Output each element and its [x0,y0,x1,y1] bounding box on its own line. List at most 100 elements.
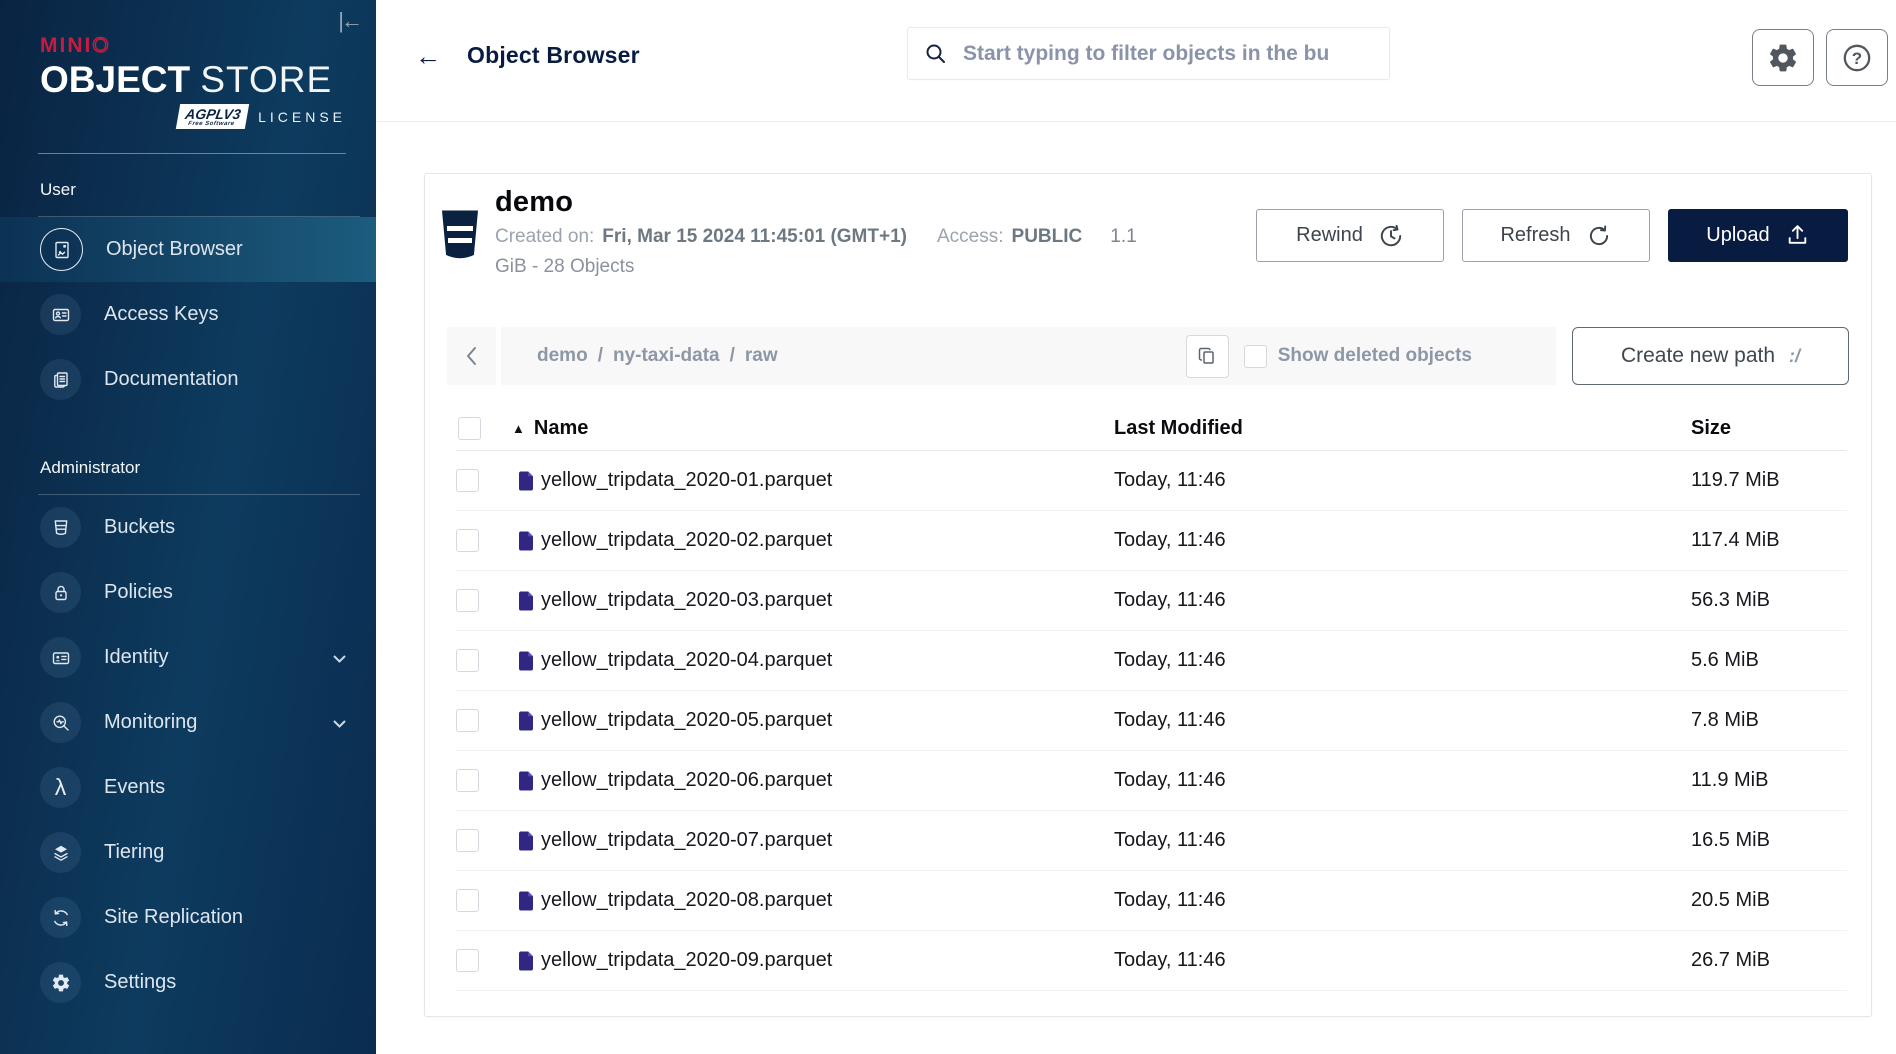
gear-icon [1767,42,1799,74]
row-checkbox[interactable] [456,469,479,492]
sidebar-item-tiering[interactable]: Tiering [0,820,376,885]
monitoring-icon [40,702,81,743]
object-size: 7.8 MiB [1691,709,1847,732]
access-label: Access: [937,226,1004,247]
upload-icon [1785,223,1810,248]
table-header-row: ▲ Name Last Modified Size [456,406,1847,451]
copy-path-button[interactable] [1186,335,1229,378]
table-row[interactable]: yellow_tripdata_2020-07.parquet Today, 1… [456,811,1847,871]
row-checkbox[interactable] [456,829,479,852]
main-area: ← Object Browser ? demo Created on:Fri, … [376,0,1896,1054]
sidebar-item-events[interactable]: λ Events [0,755,376,820]
table-row[interactable]: yellow_tripdata_2020-06.parquet Today, 1… [456,751,1847,811]
settings-button[interactable] [1752,29,1814,86]
filter-objects-search[interactable] [907,27,1390,80]
content-area: demo Created on:Fri, Mar 15 2024 11:45:0… [376,122,1896,1054]
object-name[interactable]: yellow_tripdata_2020-09.parquet [541,949,832,972]
object-name[interactable]: yellow_tripdata_2020-05.parquet [541,709,832,732]
sidebar-item-label: Documentation [104,368,239,391]
sidebar-item-object-browser[interactable]: Object Browser [0,217,376,282]
object-modified: Today, 11:46 [1114,889,1691,912]
refresh-button[interactable]: Refresh [1462,209,1650,262]
settings-icon [40,962,81,1003]
object-modified: Today, 11:46 [1114,589,1691,612]
sidebar-item-documentation[interactable]: Documentation [0,347,376,412]
table-row[interactable]: yellow_tripdata_2020-01.parquet Today, 1… [456,451,1847,511]
row-checkbox[interactable] [456,589,479,612]
file-icon [518,771,534,791]
sidebar-item-policies[interactable]: Policies [0,560,376,625]
bucket-card: demo Created on:Fri, Mar 15 2024 11:45:0… [424,173,1872,1017]
bucket-meta-line2: GiB - 28 Objects [495,256,1265,278]
identity-icon [40,637,81,678]
table-row[interactable]: yellow_tripdata_2020-09.parquet Today, 1… [456,931,1847,991]
sidebar-item-monitoring[interactable]: Monitoring [0,690,376,755]
object-name[interactable]: yellow_tripdata_2020-03.parquet [541,589,832,612]
object-name[interactable]: yellow_tripdata_2020-02.parquet [541,529,832,552]
create-new-path-button[interactable]: Create new path :/ [1572,327,1849,385]
file-icon [518,531,534,551]
show-deleted-checkbox[interactable] [1244,345,1267,368]
back-icon[interactable]: ← [415,43,441,69]
path-back-button[interactable] [447,327,496,385]
object-size: 26.7 MiB [1691,949,1847,972]
events-icon: λ [40,767,81,808]
breadcrumb-bucket[interactable]: demo [537,345,588,367]
sidebar-item-site-replication[interactable]: Site Replication [0,885,376,950]
object-modified: Today, 11:46 [1114,769,1691,792]
access-keys-icon [40,294,81,335]
breadcrumb-current[interactable]: raw [745,345,778,367]
sidebar-item-settings[interactable]: Settings [0,950,376,1015]
sidebar-item-label: Tiering [104,841,164,864]
row-checkbox[interactable] [456,949,479,972]
row-checkbox[interactable] [456,649,479,672]
object-name[interactable]: yellow_tripdata_2020-06.parquet [541,769,832,792]
object-size: 56.3 MiB [1691,589,1847,612]
file-icon [518,951,534,971]
top-header: ← Object Browser ? [376,0,1896,122]
row-checkbox[interactable] [456,889,479,912]
table-row[interactable]: yellow_tripdata_2020-04.parquet Today, 1… [456,631,1847,691]
sidebar-item-access-keys[interactable]: Access Keys [0,282,376,347]
select-all-checkbox[interactable] [458,417,481,440]
license-row: AGPLV3Free Software LICENSE [40,104,346,129]
app-title: OBJECT STORE [40,59,346,101]
help-button[interactable]: ? [1826,29,1888,86]
search-input[interactable] [961,41,1373,67]
chevron-down-icon [333,711,346,734]
svg-text:?: ? [1852,49,1862,68]
column-header-last-modified[interactable]: Last Modified [1114,417,1691,440]
table-row[interactable]: yellow_tripdata_2020-05.parquet Today, 1… [456,691,1847,751]
sidebar: |← MINIO OBJECT STORE AGPLV3Free Softwar… [0,0,376,1054]
sidebar-item-label: Access Keys [104,303,218,326]
row-checkbox[interactable] [456,709,479,732]
site-replication-icon [40,897,81,938]
sidebar-item-identity[interactable]: Identity [0,625,376,690]
bucket-size-value: 1.1 [1110,226,1136,247]
object-name[interactable]: yellow_tripdata_2020-01.parquet [541,469,832,492]
bucket-info: demo Created on:Fri, Mar 15 2024 11:45:0… [495,186,1265,278]
column-header-size[interactable]: Size [1691,417,1847,440]
table-row[interactable]: yellow_tripdata_2020-03.parquet Today, 1… [456,571,1847,631]
sidebar-item-buckets[interactable]: Buckets [0,495,376,560]
bucket-actions: Rewind Refresh Upload [1256,209,1848,262]
object-modified: Today, 11:46 [1114,709,1691,732]
object-name[interactable]: yellow_tripdata_2020-04.parquet [541,649,832,672]
table-row[interactable]: yellow_tripdata_2020-02.parquet Today, 1… [456,511,1847,571]
file-icon [518,711,534,731]
upload-button[interactable]: Upload [1668,209,1848,262]
breadcrumb-folder[interactable]: ny-taxi-data [613,345,720,367]
table-row[interactable]: yellow_tripdata_2020-08.parquet Today, 1… [456,871,1847,931]
divider [38,153,346,154]
row-checkbox[interactable] [456,529,479,552]
row-checkbox[interactable] [456,769,479,792]
column-header-name[interactable]: ▲ Name [512,417,1114,440]
breadcrumb[interactable]: demo / ny-taxi-data / raw [537,345,778,367]
rewind-button[interactable]: Rewind [1256,209,1444,262]
bucket-icon [440,209,480,268]
object-name[interactable]: yellow_tripdata_2020-07.parquet [541,829,832,852]
object-name[interactable]: yellow_tripdata_2020-08.parquet [541,889,832,912]
collapse-sidebar-icon[interactable]: |← [338,8,360,34]
chevron-left-icon [462,344,482,368]
object-modified: Today, 11:46 [1114,949,1691,972]
